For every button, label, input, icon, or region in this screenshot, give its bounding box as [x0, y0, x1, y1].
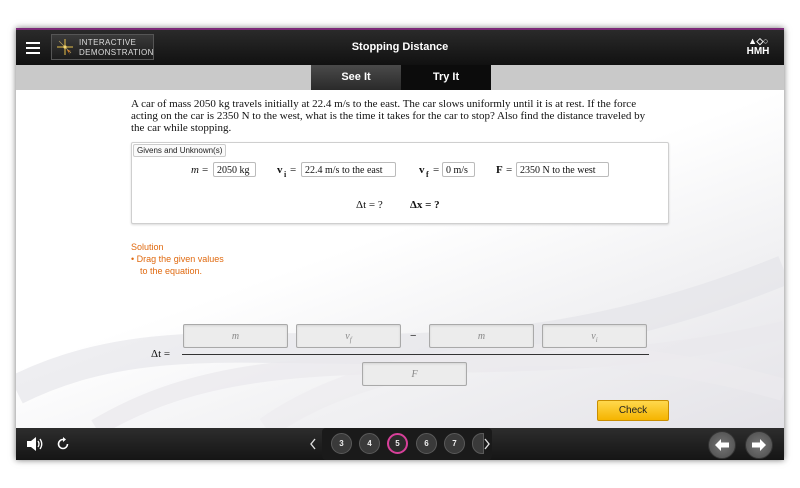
hmh-logo-glyphs: ▲◇○	[748, 36, 768, 46]
solution-title: Solution	[131, 242, 164, 252]
arrow-left-icon	[715, 439, 729, 451]
mass-symbol: m	[191, 164, 199, 176]
chevron-right-icon[interactable]	[483, 438, 491, 450]
initial-velocity-subscript: i	[284, 170, 287, 179]
denominator-drop-box-hint: F	[411, 369, 418, 380]
numerator-drop-box-1-hint: m	[231, 331, 240, 342]
final-velocity-equals: =	[433, 164, 440, 176]
force-value-chip[interactable]: 2350 N to the west	[516, 162, 609, 177]
content-area: A car of mass 2050 kg travels initially …	[16, 90, 784, 428]
final-velocity-value-chip[interactable]: 0 m/s	[442, 162, 475, 177]
problem-statement: A car of mass 2050 kg travels initially …	[131, 98, 646, 134]
force-symbol: F	[496, 164, 503, 176]
hmh-logo: ▲◇○ HMH	[744, 36, 772, 57]
minus-sign: −	[410, 330, 417, 342]
page-6-button[interactable]: 6	[416, 433, 437, 454]
speaker-icon[interactable]	[26, 436, 44, 452]
mass-equals: =	[202, 164, 209, 176]
numerator-drop-box-1[interactable]: m	[183, 324, 288, 348]
tab-try-it[interactable]: Try It	[401, 65, 491, 90]
solution-step-line-2: to the equation.	[140, 266, 203, 276]
numerator-drop-box-3[interactable]: m	[429, 324, 534, 348]
check-button[interactable]: Check	[597, 400, 669, 421]
givens-panel: Givens and Unknown(s) m = 2050 kg v i = …	[131, 142, 669, 224]
solution-bullet: •	[131, 254, 135, 264]
page-navigator: 3 4 5 6 7	[322, 428, 492, 460]
page-5-button[interactable]: 5	[387, 433, 408, 454]
unknown-time: Δt = ?	[356, 199, 383, 211]
numerator-drop-box-4[interactable]: vi	[542, 324, 647, 348]
solution-step: • Drag the given values to the equation.	[131, 253, 224, 277]
reload-icon[interactable]	[56, 437, 70, 451]
back-button[interactable]	[708, 431, 736, 459]
page-title: Stopping Distance	[351, 41, 449, 53]
equation-lhs: Δt =	[151, 348, 171, 360]
numerator-drop-box-4-subscript: i	[595, 336, 598, 344]
initial-velocity-equals: =	[290, 164, 297, 176]
tab-see-it[interactable]: See It	[311, 65, 401, 90]
page-3-button[interactable]: 3	[331, 433, 352, 454]
final-velocity-subscript: f	[426, 170, 429, 179]
arrow-right-icon	[752, 439, 766, 451]
solution-step-line-1: Drag the given values	[136, 254, 224, 264]
numerator-drop-box-2-subscript: f	[349, 336, 352, 344]
page-7-button[interactable]: 7	[444, 433, 465, 454]
final-velocity-symbol: v	[419, 164, 425, 176]
app-window: INTERACTIVE DEMONSTRATION Stopping Dista…	[16, 28, 784, 460]
hmh-logo-text: HMH	[746, 46, 770, 57]
tab-bar: See It Try It	[16, 65, 784, 90]
givens-label: Givens and Unknown(s)	[133, 144, 227, 157]
force-equals: =	[506, 164, 513, 176]
page-4-button[interactable]: 4	[359, 433, 380, 454]
mass-value-chip[interactable]: 2050 kg	[213, 162, 256, 177]
denominator-drop-box[interactable]: F	[362, 362, 467, 386]
forward-button[interactable]	[745, 431, 773, 459]
unknown-distance: Δx = ?	[410, 199, 440, 211]
initial-velocity-symbol: v	[277, 164, 283, 176]
initial-velocity-value-chip[interactable]: 22.4 m/s to the east	[301, 162, 396, 177]
fraction-bar	[182, 354, 649, 355]
top-bar: INTERACTIVE DEMONSTRATION Stopping Dista…	[16, 28, 784, 65]
chevron-left-icon[interactable]	[309, 438, 317, 450]
numerator-drop-box-3-hint: m	[477, 331, 486, 342]
bottom-bar: 3 4 5 6 7	[16, 428, 784, 460]
numerator-drop-box-2[interactable]: vf	[296, 324, 401, 348]
